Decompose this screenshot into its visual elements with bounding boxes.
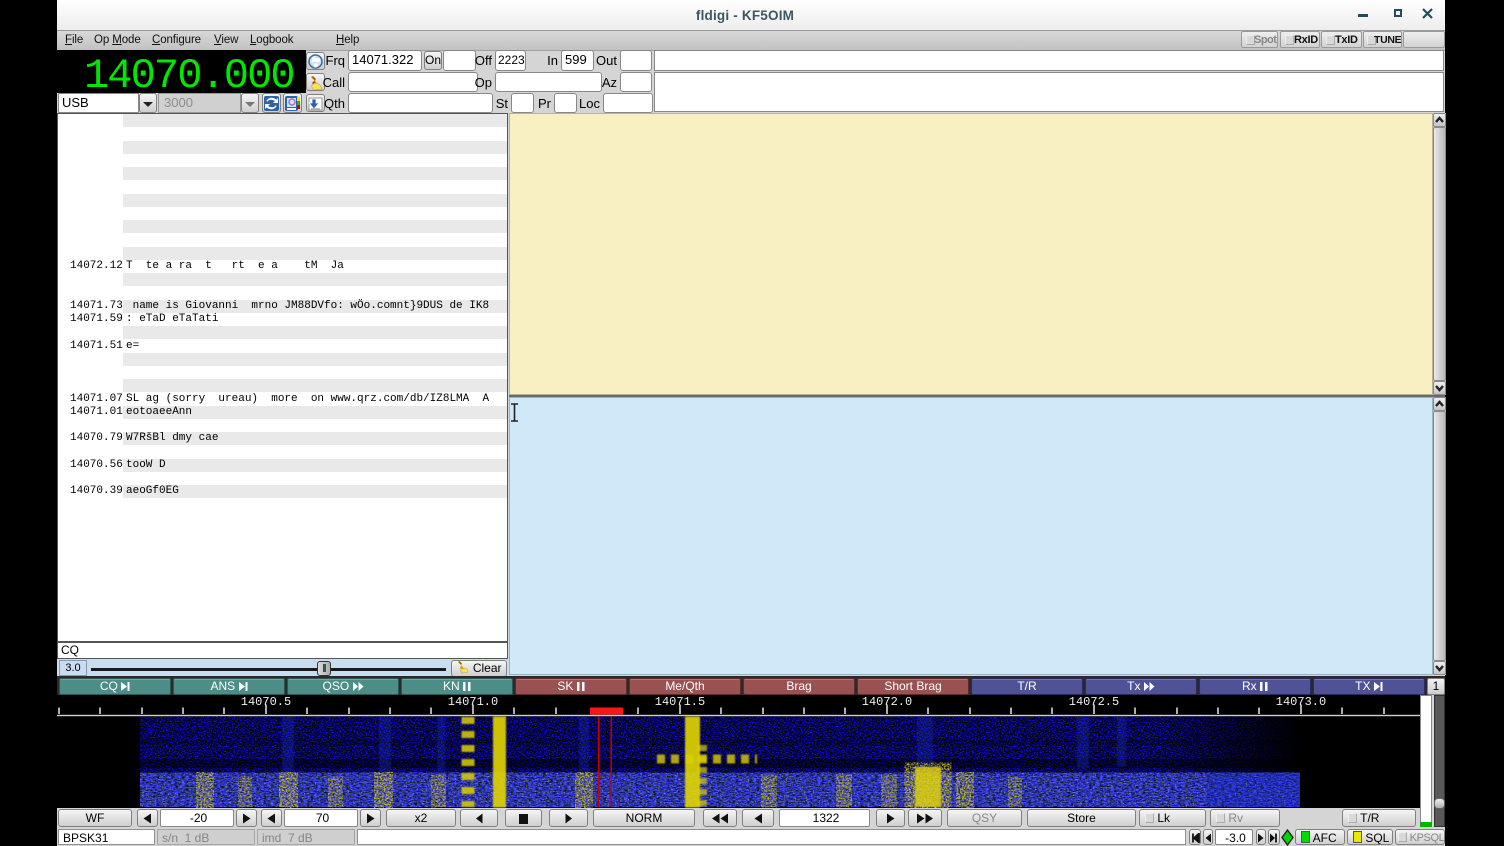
svg-text:7: 7 — [154, 52, 179, 93]
svg-text:.: . — [200, 52, 225, 93]
svg-text:4: 4 — [107, 52, 132, 93]
svg-text:1: 1 — [84, 52, 109, 93]
